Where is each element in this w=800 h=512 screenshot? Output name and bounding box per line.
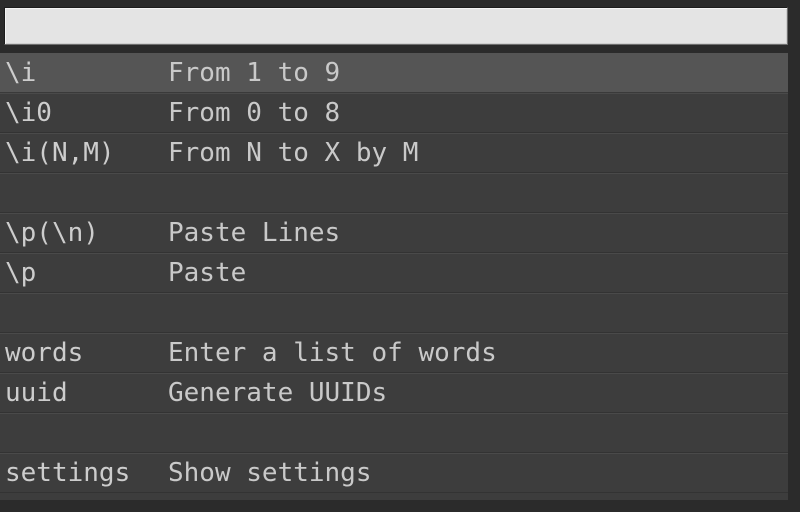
command-row[interactable]: settings Show settings <box>0 453 788 493</box>
command-description: Enter a list of words <box>168 338 497 368</box>
command-row[interactable]: uuid Generate UUIDs <box>0 373 788 413</box>
command-key: uuid <box>5 378 68 408</box>
window-frame-bottom <box>0 500 800 512</box>
command-description: Show settings <box>168 458 372 488</box>
command-key: \i(N,M) <box>5 138 115 168</box>
command-description: Paste Lines <box>168 218 341 248</box>
command-key: settings <box>5 458 131 488</box>
command-row[interactable]: \i From 1 to 9 <box>0 53 788 93</box>
command-row[interactable]: \i(N,M) From N to X by M <box>0 133 788 173</box>
command-key: \i <box>5 57 37 88</box>
command-key: words <box>5 338 84 368</box>
command-row[interactable]: words Enter a list of words <box>0 333 788 373</box>
command-description: From 1 to 9 <box>168 57 341 88</box>
list-separator <box>0 293 788 333</box>
command-list[interactable]: \i From 1 to 9 \i0 From 0 to 8 \i(N,M) From N… <box>0 53 788 500</box>
command-palette-window: \i From 1 to 9 \i0 From 0 to 8 \i(N,M) From N… <box>0 0 800 512</box>
command-key: \p <box>5 258 37 288</box>
list-separator <box>0 173 788 213</box>
command-description: From N to X by M <box>168 138 419 168</box>
window-frame-right <box>788 0 800 512</box>
command-row[interactable]: \i0 From 0 to 8 <box>0 93 788 133</box>
command-row[interactable]: \p(\n) Paste Lines <box>0 213 788 253</box>
command-description: Generate UUIDs <box>168 378 388 408</box>
command-description: From 0 to 8 <box>168 98 341 128</box>
list-separator <box>0 413 788 453</box>
command-key: \i0 <box>5 98 52 128</box>
command-row[interactable]: \p Paste <box>0 253 788 293</box>
search-input[interactable] <box>5 8 787 44</box>
command-description: Paste <box>168 258 247 288</box>
command-key: \p(\n) <box>5 218 99 248</box>
search-field-wrapper[interactable] <box>4 7 788 45</box>
